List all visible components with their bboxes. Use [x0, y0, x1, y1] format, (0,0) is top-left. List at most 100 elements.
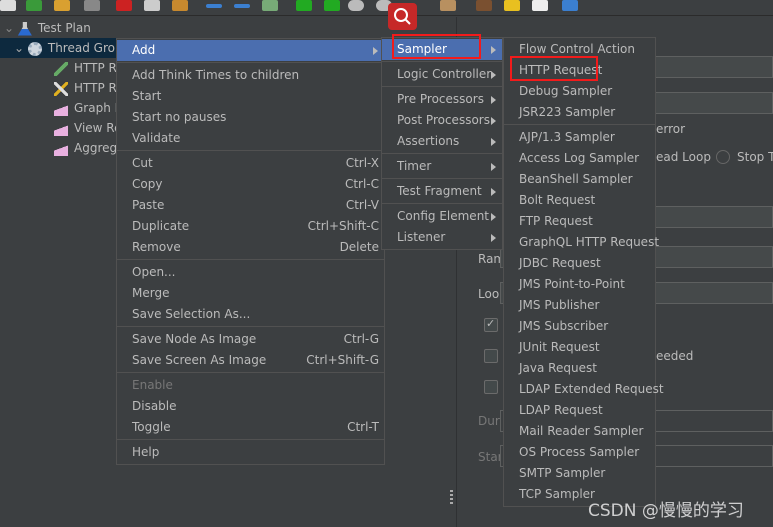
menu-item-mail-reader-sampler[interactable]: Mail Reader Sampler	[504, 421, 655, 442]
tree-item-graph-results[interactable]: Graph R	[54, 98, 123, 118]
menu-item-ldap-request[interactable]: LDAP Request	[504, 400, 655, 421]
function-helper-icon[interactable]	[532, 0, 548, 11]
menu-item-disable[interactable]: Disable	[117, 396, 384, 417]
templates-icon[interactable]	[26, 0, 42, 11]
tree-item-test-plan[interactable]: ⌄ Test Plan	[4, 18, 91, 38]
same-user-checkbox[interactable]: ✓	[484, 317, 498, 332]
menu-item-http-request[interactable]: HTTP Request	[504, 60, 655, 81]
menu-item-java-request[interactable]: Java Request	[504, 358, 655, 379]
tree-item-http-header[interactable]: HTTP Re	[54, 78, 124, 98]
save-icon[interactable]	[84, 0, 100, 11]
menu-item-label: Flow Control Action	[519, 42, 635, 56]
menu-item-save-screen-as-image[interactable]: Save Screen As Image Ctrl+Shift-G	[117, 350, 384, 371]
collapse-icon[interactable]	[234, 4, 250, 8]
menu-item-ajp-1-3-sampler[interactable]: AJP/1.3 Sampler	[504, 127, 655, 148]
menu-item-jms-subscriber[interactable]: JMS Subscriber	[504, 316, 655, 337]
test-plan-tree: ⌄ Test Plan ⌄ Thread Grou HTTP Re HTTP R…	[0, 17, 124, 527]
menu-item-label: Start no pauses	[132, 110, 227, 124]
menu-item-validate[interactable]: Validate	[117, 128, 384, 149]
open-icon[interactable]	[54, 0, 70, 11]
menu-item-post-processors[interactable]: Post Processors	[382, 110, 502, 131]
reset-search-icon[interactable]	[504, 0, 520, 11]
clear-icon[interactable]	[440, 0, 456, 11]
stop-thread-radio[interactable]	[716, 150, 730, 164]
menu-item-duplicate[interactable]: Duplicate Ctrl+Shift-C	[117, 216, 384, 237]
menu-item-copy[interactable]: Copy Ctrl-C	[117, 174, 384, 195]
menu-item-pre-processors[interactable]: Pre Processors	[382, 89, 502, 110]
cut-icon[interactable]	[116, 0, 132, 11]
copy-icon[interactable]	[144, 0, 160, 11]
start-icon[interactable]	[296, 0, 312, 11]
add-submenu: Sampler Logic Controller Pre Processors Pos…	[381, 37, 503, 250]
menu-item-remove[interactable]: Remove Delete	[117, 237, 384, 258]
menu-item-cut[interactable]: Cut Ctrl-X	[117, 153, 384, 174]
submenu-arrow-icon	[491, 138, 496, 146]
menu-item-save-selection-as[interactable]: Save Selection As...	[117, 304, 384, 325]
pipette-icon	[54, 61, 68, 76]
paste-icon[interactable]	[172, 0, 188, 11]
scheduler-checkbox[interactable]	[484, 380, 498, 394]
new-icon[interactable]	[0, 0, 16, 11]
menu-item-flow-control-action[interactable]: Flow Control Action	[504, 39, 655, 60]
menu-item-graphql-http-request[interactable]: GraphQL HTTP Request	[504, 232, 659, 253]
menu-item-bolt-request[interactable]: Bolt Request	[504, 190, 655, 211]
menu-item-timer[interactable]: Timer	[382, 156, 502, 177]
menu-item-smtp-sampler[interactable]: SMTP Sampler	[504, 463, 655, 484]
menu-item-jsr223-sampler[interactable]: JSR223 Sampler	[504, 102, 655, 123]
tree-item-view-results[interactable]: View Re	[54, 118, 121, 138]
menu-item-os-process-sampler[interactable]: OS Process Sampler	[504, 442, 655, 463]
menu-item-junit-request[interactable]: JUnit Request	[504, 337, 655, 358]
sampler-submenu: Flow Control Action HTTP Request Debug Sam…	[503, 37, 664, 507]
tree-item-aggregate[interactable]: Aggrega	[54, 138, 124, 158]
menu-item-label: Duplicate	[132, 219, 190, 233]
menu-item-debug-sampler[interactable]: Debug Sampler	[504, 81, 655, 102]
toggle-icon[interactable]	[262, 0, 278, 11]
menu-item-config-element[interactable]: Config Element	[382, 206, 502, 227]
menu-item-start-no-pauses[interactable]: Start no pauses	[117, 107, 384, 128]
binoculars-icon[interactable]	[476, 0, 492, 11]
flask-icon	[17, 21, 32, 36]
graph-icon	[54, 141, 68, 156]
stop-icon[interactable]	[348, 0, 364, 11]
tree-item-thread-group[interactable]: ⌄ Thread Grou	[0, 38, 123, 58]
menu-item-test-fragment[interactable]: Test Fragment	[382, 181, 502, 202]
menu-item-beanshell-sampler[interactable]: BeanShell Sampler	[504, 169, 655, 190]
menu-item-jdbc-request[interactable]: JDBC Request	[504, 253, 655, 274]
menu-item-merge[interactable]: Merge	[117, 283, 384, 304]
help-icon[interactable]	[562, 0, 578, 11]
menu-item-label: Enable	[132, 378, 173, 392]
menu-item-label: Merge	[132, 286, 170, 300]
menu-item-paste[interactable]: Paste Ctrl-V	[117, 195, 384, 216]
menu-item-help[interactable]: Help	[117, 442, 384, 463]
menu-item-enable[interactable]: Enable	[117, 375, 384, 396]
menu-item-jms-point-to-point[interactable]: JMS Point-to-Point	[504, 274, 655, 295]
menu-item-logic-controller[interactable]: Logic Controller	[382, 64, 502, 85]
menu-item-assertions[interactable]: Assertions	[382, 131, 502, 152]
menu-item-label: Start	[132, 89, 162, 103]
menu-item-ftp-request[interactable]: FTP Request	[504, 211, 655, 232]
splitter-handle[interactable]	[450, 490, 453, 504]
menu-item-label: JUnit Request	[519, 340, 600, 354]
menu-item-sampler[interactable]: Sampler	[382, 39, 502, 60]
menu-item-open[interactable]: Open...	[117, 262, 384, 283]
menu-item-label: Assertions	[397, 134, 460, 148]
menu-item-listener[interactable]: Listener	[382, 227, 502, 248]
delay-thread-checkbox[interactable]	[484, 349, 498, 363]
menu-item-label: Config Element	[397, 209, 489, 223]
menu-item-ldap-extended-request[interactable]: LDAP Extended Request	[504, 379, 664, 400]
menu-item-add[interactable]: Add	[117, 40, 384, 61]
tree-item-http-defaults[interactable]: HTTP Re	[54, 58, 124, 78]
shortcut-label: Ctrl+Shift-G	[306, 353, 379, 367]
submenu-arrow-icon	[491, 188, 496, 196]
menu-item-jms-publisher[interactable]: JMS Publisher	[504, 295, 655, 316]
menu-item-start[interactable]: Start	[117, 86, 384, 107]
search-icon[interactable]	[388, 3, 417, 30]
shortcut-label: Ctrl-V	[345, 198, 379, 212]
menu-item-label: Open...	[132, 265, 176, 279]
start-no-pause-icon[interactable]	[324, 0, 340, 11]
menu-item-add-think-times-to-children[interactable]: Add Think Times to children	[117, 65, 384, 86]
menu-item-toggle[interactable]: Toggle Ctrl-T	[117, 417, 384, 438]
expand-icon[interactable]	[206, 4, 222, 8]
menu-item-access-log-sampler[interactable]: Access Log Sampler	[504, 148, 655, 169]
menu-item-save-node-as-image[interactable]: Save Node As Image Ctrl-G	[117, 329, 384, 350]
